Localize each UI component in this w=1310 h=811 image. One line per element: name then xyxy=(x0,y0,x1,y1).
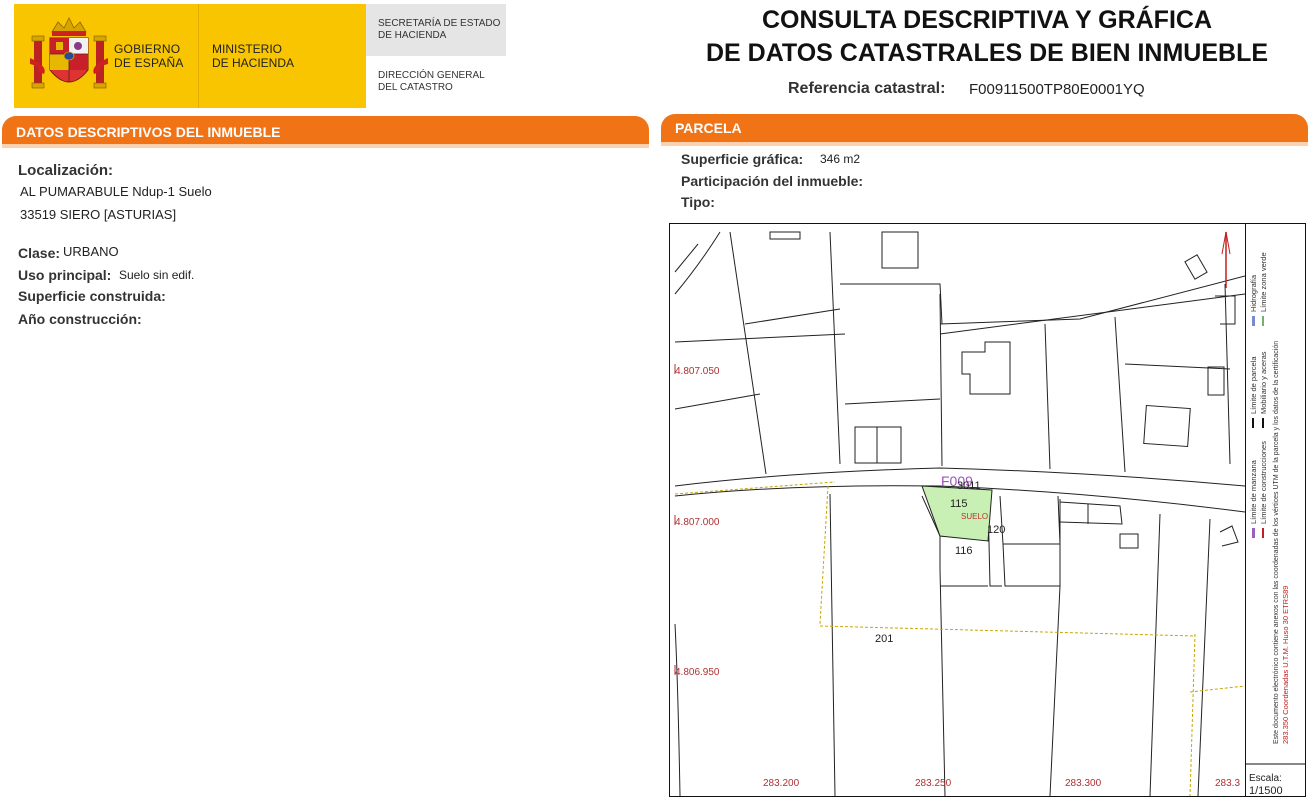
map-label-120: 120 xyxy=(987,524,1005,536)
secretaria-block: SECRETARÍA DE ESTADO DE HACIENDA xyxy=(366,4,506,56)
escala-label: Escala: xyxy=(1249,773,1282,784)
localizacion-line-1: AL PUMARABULE Ndup-1 Suelo xyxy=(20,184,212,199)
anio-construccion-label: Año construcción: xyxy=(18,311,142,327)
referencia-catastral-value: F00911500TP80E0001YQ xyxy=(969,81,1145,98)
legend-item-parcela: Límite de parcela xyxy=(1249,356,1258,414)
direccion-general-text: DIRECCIÓN GENERAL DEL CATASTRO xyxy=(378,70,485,93)
y-coord-label-2: 4.807.000 xyxy=(675,517,720,528)
superficie-grafica-label: Superficie gráfica: xyxy=(681,151,804,167)
gobierno-logo-block: GOBIERNO DE ESPAÑA MINISTERIO DE HACIEND… xyxy=(14,4,366,108)
clase-value: URBANO xyxy=(63,244,119,259)
superficie-grafica-value: 346 m2 xyxy=(820,152,861,166)
x-coord-label-2: 283.250 xyxy=(915,778,952,789)
cadastral-map[interactable]: F009 3011 115 SUELO 120 116 201 4.807.05… xyxy=(669,223,1246,797)
gobierno-text: GOBIERNO DE ESPAÑA xyxy=(114,42,184,70)
clase-label: Clase: xyxy=(18,245,61,261)
secretaria-text: SECRETARÍA DE ESTADO DE HACIENDA xyxy=(378,18,501,41)
uso-principal-value: Suelo sin edif. xyxy=(119,268,195,282)
coat-of-arms-icon xyxy=(30,17,108,89)
datos-descriptivos-header: DATOS DESCRIPTIVOS DEL INMUEBLE xyxy=(2,116,649,148)
cadastral-map-drawing: F009 3011 115 SUELO 120 116 201 4.807.05… xyxy=(674,231,1245,796)
page-title: CONSULTA DESCRIPTIVA Y GRÁFICA DE DATOS … xyxy=(700,4,1274,70)
map-label-suelo: SUELO xyxy=(961,512,988,521)
parcela-header: PARCELA xyxy=(661,114,1308,146)
x-coord-label-3: 283.300 xyxy=(1065,778,1102,789)
map-label-201: 201 xyxy=(875,633,893,645)
uso-principal-label: Uso principal: xyxy=(18,267,112,283)
legend-item-manzana: Límite de manzana xyxy=(1249,459,1258,524)
map-label-116: 116 xyxy=(955,545,973,557)
x-coord-label-4: 283.3 xyxy=(1215,778,1240,789)
y-coord-label-1: 4.807.050 xyxy=(675,366,720,377)
y-coord-label-3: 4.806.950 xyxy=(675,667,720,678)
participacion-label: Participación del inmueble: xyxy=(681,173,864,189)
ministerio-text: MINISTERIO DE HACIENDA xyxy=(212,42,294,70)
gobierno-line-2: DE ESPAÑA xyxy=(114,56,184,70)
legend-coords: 283.350 Coordenadas U.T.M. Huso 30 ETRS8… xyxy=(1281,586,1290,744)
ministerio-line-2: DE HACIENDA xyxy=(212,56,295,70)
legend-drawing: Límite de manzana Límite de parcela Hidr… xyxy=(1246,252,1305,796)
legend-item-zona-verde: Límite zona verde xyxy=(1259,252,1268,312)
gobierno-line-1: GOBIERNO xyxy=(114,42,181,56)
tipo-label: Tipo: xyxy=(681,194,715,210)
ministerio-line-1: MINISTERIO xyxy=(212,42,283,56)
legend-item-construcciones: Límite de construcciones xyxy=(1259,441,1268,524)
parcela-title: PARCELA xyxy=(675,120,742,136)
logo-divider xyxy=(198,4,199,108)
x-coord-label-1: 283.200 xyxy=(763,778,800,789)
north-arrow-icon xyxy=(1221,231,1231,288)
superficie-construida-label: Superficie construida: xyxy=(18,288,166,304)
legend-item-hidrografia: Hidrografía xyxy=(1249,274,1258,312)
localizacion-line-2: 33519 SIERO [ASTURIAS] xyxy=(20,207,177,222)
title-line-1: CONSULTA DESCRIPTIVA Y GRÁFICA xyxy=(761,6,1213,34)
localizacion-label: Localización: xyxy=(18,162,114,179)
map-label-3011: 3011 xyxy=(957,480,981,492)
map-label-115: 115 xyxy=(950,498,968,510)
legend-note: Este documento electrónico contiene anex… xyxy=(1273,341,1280,744)
title-line-2: DE DATOS CATASTRALES DE BIEN INMUEBLE xyxy=(705,39,1269,67)
legend-item-mobiliario: Mobiliario y aceras xyxy=(1259,351,1268,414)
escala-value: 1/1500 xyxy=(1249,785,1283,796)
referencia-catastral-label: Referencia catastral: xyxy=(788,80,946,97)
datos-descriptivos-title: DATOS DESCRIPTIVOS DEL INMUEBLE xyxy=(16,124,281,140)
map-legend: Límite de manzana Límite de parcela Hidr… xyxy=(1246,223,1306,797)
